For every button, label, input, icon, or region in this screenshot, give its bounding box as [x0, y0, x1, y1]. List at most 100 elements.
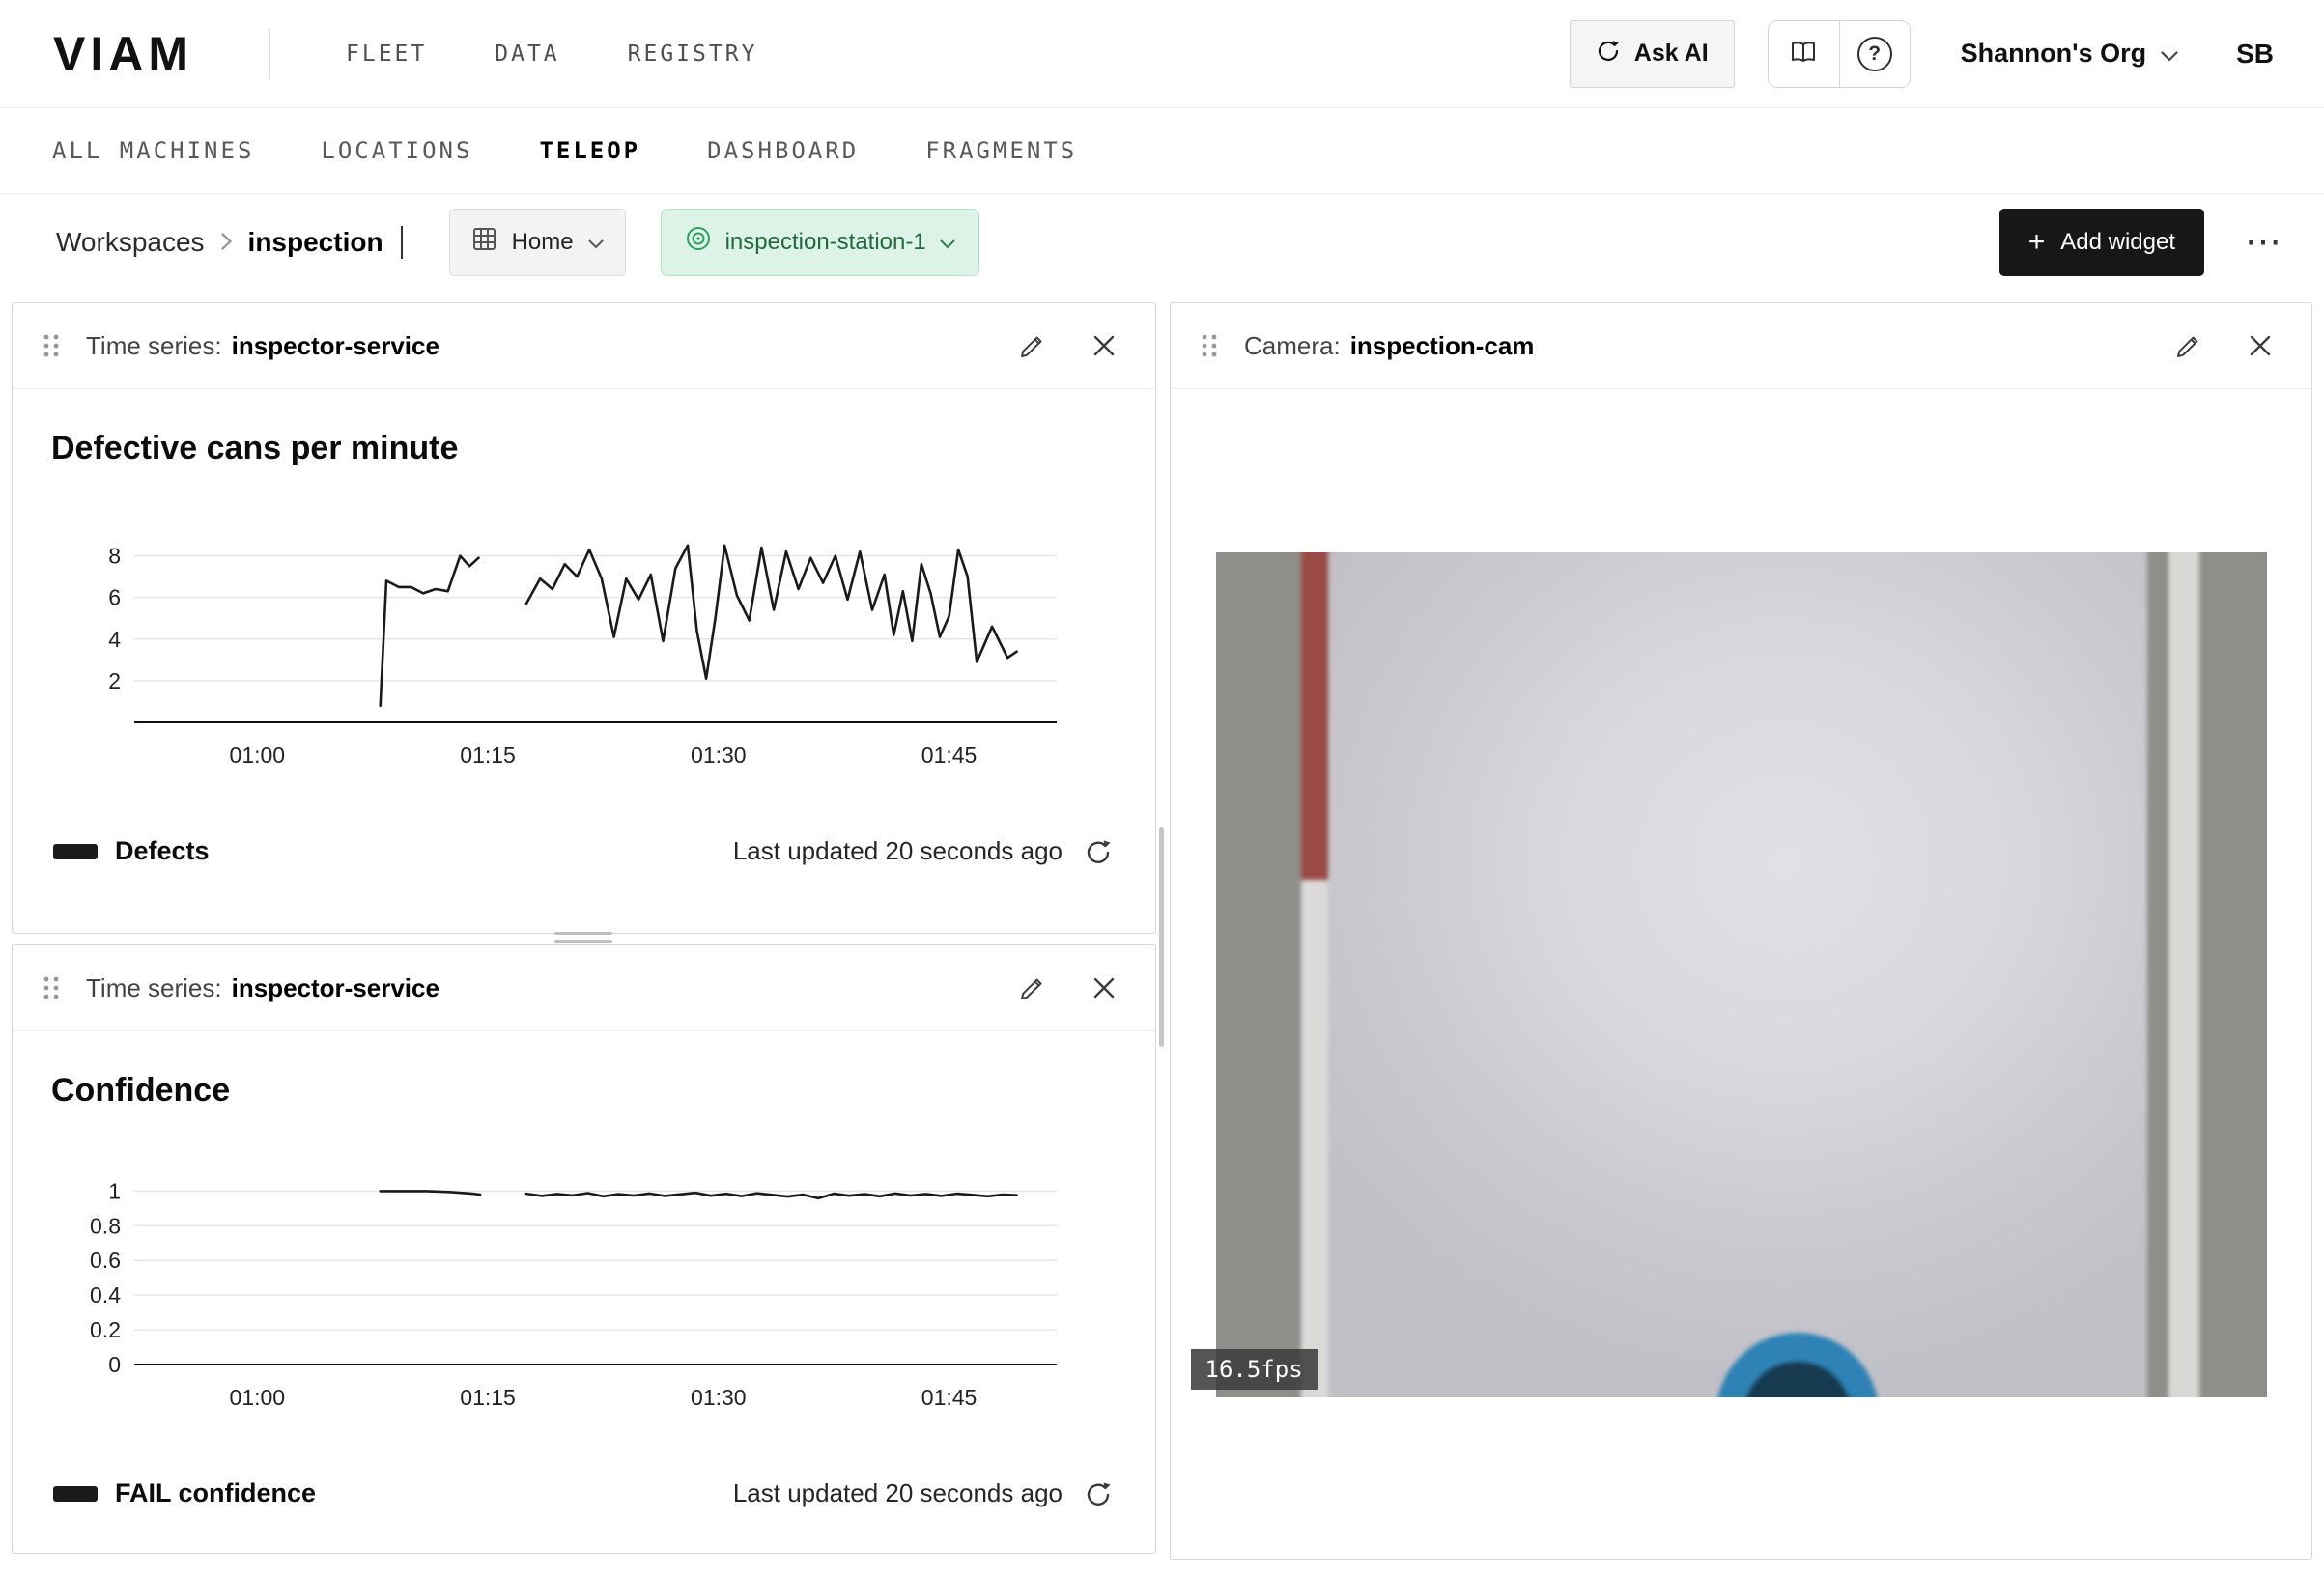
close-widget-button[interactable] — [1091, 975, 1117, 1000]
chart-title: Defective cans per minute — [51, 430, 1155, 467]
widget-title: Camera: inspection-cam — [1244, 331, 1534, 361]
widget-type-label: Camera: — [1244, 331, 1341, 361]
svg-text:6: 6 — [108, 585, 121, 610]
confidence-chart: 0 0.2 0.4 0.6 0.8 1 01:00 01:15 01:30 01:45 — [67, 1162, 1081, 1424]
conveyor-right-rail — [2147, 552, 2267, 1397]
row-resize-handle[interactable] — [554, 927, 612, 947]
widget-header: Time series: inspector-service — [13, 945, 1155, 1031]
widget-service-name: inspector-service — [232, 331, 439, 361]
question-icon: ? — [1857, 37, 1892, 71]
tab-locations[interactable]: LOCATIONS — [321, 137, 472, 164]
breadcrumb-chevron-icon — [220, 227, 233, 258]
edit-widget-button[interactable] — [2174, 331, 2203, 360]
legend-label: Defects — [115, 836, 210, 866]
svg-text:01:00: 01:00 — [230, 743, 286, 768]
widget-camera-name: inspection-cam — [1350, 331, 1535, 361]
text-caret — [401, 226, 403, 259]
tab-fragments[interactable]: FRAGMENTS — [925, 137, 1077, 164]
drag-handle-icon[interactable] — [1200, 332, 1219, 359]
widget-actions — [1018, 973, 1117, 1002]
nav-registry[interactable]: REGISTRY — [628, 42, 758, 67]
chart-title: Confidence — [51, 1072, 1155, 1110]
machine-selector[interactable]: inspection-station-1 — [661, 209, 979, 276]
help-icon-group: ? — [1768, 20, 1911, 88]
legend-swatch — [53, 1486, 98, 1502]
workspace-toolbar: Workspaces inspection Home — [0, 194, 2324, 290]
viam-logo[interactable]: VIAM — [53, 26, 193, 82]
header-divider — [269, 28, 270, 80]
ask-ai-label: Ask AI — [1634, 40, 1709, 68]
org-switcher[interactable]: Shannon's Org — [1961, 39, 2178, 69]
breadcrumb-workspaces[interactable]: Workspaces — [56, 227, 205, 258]
add-widget-label: Add widget — [2060, 229, 2175, 256]
svg-text:01:30: 01:30 — [691, 1385, 747, 1410]
conveyor-left-rail — [1216, 552, 1301, 1397]
docs-button[interactable] — [1769, 21, 1839, 87]
location-selector[interactable]: Home — [449, 209, 626, 276]
drag-handle-icon[interactable] — [42, 974, 61, 1001]
chart-legend: FAIL confidence Last updated 20 seconds … — [53, 1478, 1113, 1508]
teleop-canvas: Time series: inspector-service Defective… — [0, 290, 2324, 1576]
camera-widget: Camera: inspection-cam — [1170, 302, 2312, 1560]
refresh-button[interactable] — [1084, 837, 1113, 866]
widget-title: Time series: inspector-service — [86, 973, 439, 1003]
tab-dashboard[interactable]: DASHBOARD — [707, 137, 859, 164]
chevron-down-icon — [2161, 39, 2178, 69]
svg-text:0.4: 0.4 — [90, 1282, 121, 1308]
timeseries-widget-confidence: Time series: inspector-service Confidenc… — [12, 944, 1156, 1554]
svg-text:01:45: 01:45 — [921, 1385, 978, 1410]
org-name: Shannon's Org — [1961, 39, 2146, 69]
timeseries-widget-defects: Time series: inspector-service Defective… — [12, 302, 1156, 934]
widget-header: Camera: inspection-cam — [1171, 303, 2311, 389]
tab-all-machines[interactable]: ALL MACHINES — [52, 137, 254, 164]
camera-scene — [1216, 552, 2267, 1397]
edit-widget-button[interactable] — [1018, 973, 1047, 1002]
svg-text:01:30: 01:30 — [691, 743, 747, 768]
machine-label: inspection-station-1 — [725, 229, 926, 256]
add-widget-button[interactable]: + Add widget — [1999, 209, 2204, 276]
top-header: VIAM FLEET DATA REGISTRY Ask AI — [0, 0, 2324, 108]
close-widget-button[interactable] — [2248, 333, 2273, 358]
widget-service-name: inspector-service — [232, 973, 439, 1003]
svg-text:01:15: 01:15 — [460, 1385, 516, 1410]
svg-text:01:00: 01:00 — [230, 1385, 286, 1410]
conveyor-surface — [1216, 552, 2267, 1397]
column-resize-handle[interactable] — [1159, 827, 1164, 1047]
svg-text:0.8: 0.8 — [90, 1213, 121, 1238]
widget-actions — [2174, 331, 2273, 360]
widget-type-label: Time series: — [86, 331, 222, 361]
edit-widget-button[interactable] — [1018, 331, 1047, 360]
svg-text:8: 8 — [108, 544, 121, 569]
camera-feed: 16.5fps — [1216, 552, 2267, 1397]
chevron-down-icon — [588, 229, 604, 256]
drag-handle-icon[interactable] — [42, 332, 61, 359]
widget-actions — [1018, 331, 1117, 360]
svg-text:2: 2 — [108, 668, 121, 693]
red-marker-stripe — [1301, 552, 1328, 880]
workspace-menu-button[interactable]: ⋯ — [2245, 224, 2281, 261]
last-updated: Last updated 20 seconds ago — [733, 836, 1113, 866]
refresh-button[interactable] — [1084, 1479, 1113, 1508]
svg-text:0: 0 — [108, 1352, 121, 1377]
primary-nav: FLEET DATA REGISTRY — [346, 42, 757, 67]
camera-frame — [1216, 552, 2267, 1397]
svg-text:1: 1 — [108, 1178, 121, 1203]
nav-data[interactable]: DATA — [495, 42, 559, 67]
widget-type-label: Time series: — [86, 973, 222, 1003]
ask-ai-button[interactable]: Ask AI — [1570, 20, 1735, 88]
user-avatar[interactable]: SB — [2236, 39, 2274, 70]
nav-fleet[interactable]: FLEET — [346, 42, 427, 67]
workspace-name-field[interactable]: inspection — [248, 227, 383, 258]
svg-text:01:45: 01:45 — [921, 743, 978, 768]
header-right: Ask AI ? Shannon's Org — [1570, 20, 2274, 88]
location-grid-icon — [471, 226, 497, 259]
location-label: Home — [512, 229, 574, 256]
tab-teleop[interactable]: TELEOP — [539, 137, 640, 164]
svg-text:0.6: 0.6 — [90, 1248, 121, 1273]
chevron-down-icon — [940, 229, 955, 256]
close-widget-button[interactable] — [1091, 333, 1117, 358]
chart-legend: Defects Last updated 20 seconds ago — [53, 836, 1113, 866]
book-icon — [1788, 38, 1819, 70]
help-button[interactable]: ? — [1839, 21, 1910, 87]
svg-text:0.2: 0.2 — [90, 1317, 121, 1342]
